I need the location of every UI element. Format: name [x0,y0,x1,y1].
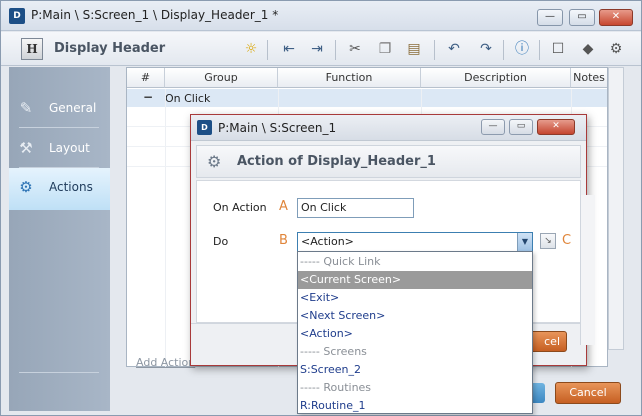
gear-icon: ⚙ [207,152,222,171]
add-action-link[interactable]: Add Action [136,356,195,369]
toolbar-title: Display Header [54,41,166,56]
dialog-header: ⚙ Action of Display_Header_1 [196,145,581,178]
dialog-app-icon: D [197,120,212,135]
window-title: P:Main \ S:Screen_1 \ Display_Header_1 * [31,8,279,22]
dropdown-header: ----- Screens [300,345,367,358]
maximize-button[interactable]: ▭ [569,9,595,26]
comment-icon[interactable]: ☐ [549,40,567,58]
copy-icon[interactable]: ❐ [376,40,394,58]
sidebar-item-label: General [49,101,97,115]
grid-scrollbar[interactable] [608,67,624,350]
cut-icon[interactable]: ✂ [346,40,364,58]
column-header-function[interactable]: Function [278,68,421,88]
dropdown-header: ----- Routines [300,381,372,394]
toolbar-separator [267,40,268,60]
wrench-icon: ⚒ [19,139,33,157]
callout-c: C [562,233,572,248]
column-header-notes[interactable]: Notes [571,68,607,88]
dialog-close-button[interactable]: ✕ [537,119,575,135]
column-header-number[interactable]: # [127,68,165,88]
sidebar-item-label: Actions [49,180,93,194]
toolbar-separator [503,40,504,60]
main-window: D P:Main \ S:Screen_1 \ Display_Header_1… [0,0,642,416]
outdent-icon[interactable]: ⇤ [280,40,298,58]
dropdown-option[interactable]: R:Routine_1 [298,397,532,415]
info-icon[interactable]: ⓘ [513,40,531,58]
dropdown-option[interactable]: <Action> [298,325,532,343]
tools-icon[interactable]: ⚙ [607,40,625,58]
do-select[interactable]: <Action> ▼ [297,232,533,252]
dialog-minimize-button[interactable]: — [481,119,505,135]
toolbar-separator [539,40,540,60]
ok-button[interactable] [531,383,545,403]
callout-a: A [279,199,288,214]
sidebar-divider [19,127,99,128]
column-header-group[interactable]: Group [165,68,278,88]
sidebar-divider [19,372,99,373]
column-header-description[interactable]: Description [421,68,571,88]
group-row-on-click[interactable]: − On Click [127,89,607,107]
toolbar-separator [335,40,336,60]
dropdown-option[interactable]: <Next Screen> [298,307,532,325]
minimize-button[interactable]: — [537,9,563,26]
tag-icon[interactable]: ◆ [579,40,597,58]
do-dropdown-list: ----- Quick Link <Current Screen> <Exit>… [297,251,533,414]
sidebar: ✎ General ⚒ Layout ⚙ Actions [9,67,110,411]
dropdown-header: ----- Quick Link [300,255,381,268]
callout-b: B [279,233,288,248]
paste-icon[interactable]: ▤ [405,40,423,58]
indent-icon[interactable]: ⇥ [308,40,326,58]
dropdown-option[interactable]: S:Screen_2 [298,361,532,379]
display-header-icon: H [21,38,43,60]
app-icon: D [9,8,25,24]
on-action-field[interactable]: On Click [297,198,414,218]
on-action-label: On Action [213,201,267,214]
dropdown-option[interactable]: <Current Screen> [298,271,532,289]
lightbulb-icon[interactable]: ☼ [242,40,260,58]
sidebar-item-layout[interactable]: ⚒ Layout [9,129,110,169]
dialog-maximize-button[interactable]: ▭ [509,119,533,135]
dropdown-option[interactable]: <Exit> [298,289,532,307]
do-label: Do [213,235,229,248]
cancel-button[interactable]: Cancel [555,382,621,404]
gears-icon: ⚙ [19,178,33,196]
sidebar-item-general[interactable]: ✎ General [9,89,110,129]
do-select-value: <Action> [301,235,354,248]
collapse-toggle[interactable]: − [143,90,153,104]
dialog-scrollbar[interactable] [580,195,595,345]
undo-icon[interactable]: ↶ [445,40,463,58]
redo-icon[interactable]: ↷ [477,40,495,58]
chevron-down-icon[interactable]: ▼ [517,233,532,252]
dialog-title-bar: D P:Main \ S:Screen_1 — ▭ ✕ [191,115,586,141]
dialog-title: P:Main \ S:Screen_1 [218,121,337,135]
edit-action-button[interactable]: ↘ [540,233,556,249]
toolbar-separator [434,40,435,60]
dialog-heading: Action of Display_Header_1 [237,154,436,169]
toolbar: H Display Header ☼ ⇤ ⇥ ✂ ❐ ▤ ↶ ↷ ⓘ ☐ ◆ ⚙ [1,32,641,66]
grid-column-line [165,89,166,367]
pencil-icon: ✎ [19,99,33,117]
group-label: On Click [165,92,211,105]
sidebar-item-actions[interactable]: ⚙ Actions [9,168,110,210]
sidebar-item-label: Layout [49,141,90,155]
close-button[interactable]: ✕ [599,9,633,26]
title-bar: D P:Main \ S:Screen_1 \ Display_Header_1… [1,1,641,31]
